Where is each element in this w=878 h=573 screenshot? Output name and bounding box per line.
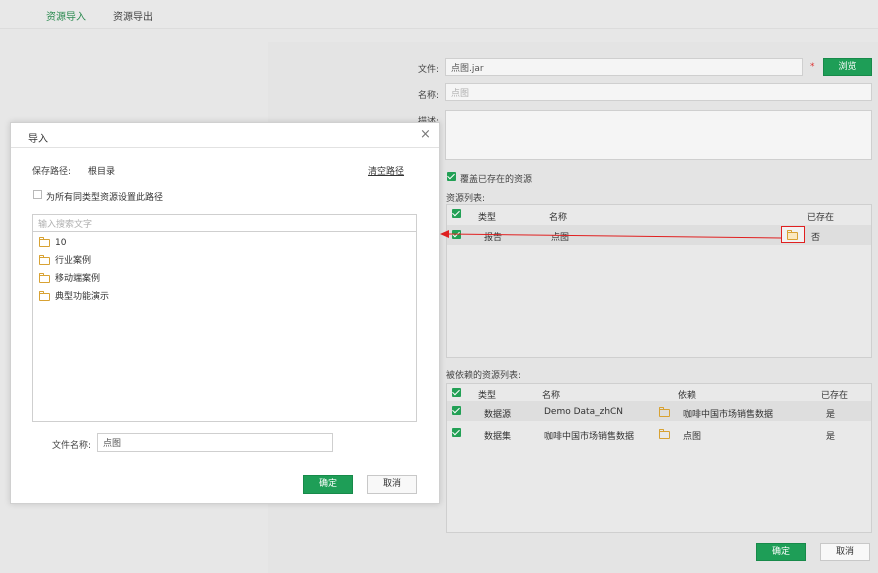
- folder-icon: [39, 255, 50, 265]
- tree-item[interactable]: 行业案例: [39, 252, 409, 270]
- apply-all-checkbox[interactable]: [33, 190, 42, 199]
- folder-icon: [39, 273, 50, 283]
- close-icon[interactable]: ×: [420, 127, 431, 142]
- save-path-value: 根目录: [88, 167, 116, 177]
- clear-path-link[interactable]: 清空路径: [368, 164, 404, 177]
- tree-item[interactable]: 典型功能演示: [39, 288, 409, 306]
- filename-input[interactable]: 点图: [97, 433, 333, 452]
- dialog-title: 导入: [28, 134, 48, 145]
- search-input[interactable]: 输入搜索文字: [33, 215, 416, 232]
- import-dialog: 导入 × 保存路径: 根目录 清空路径 为所有同类型资源设置此路径 输入搜索文字…: [10, 122, 440, 504]
- filename-label: 文件名称:: [52, 441, 92, 451]
- dialog-confirm-button[interactable]: 确定: [303, 475, 353, 494]
- folder-tree: 输入搜索文字 10 行业案例 移动端案例 典型功能演示: [32, 214, 417, 422]
- tree-item-label: 移动端案例: [55, 274, 101, 284]
- apply-all-label: 为所有同类型资源设置此路径: [46, 193, 164, 203]
- dialog-title-divider: [11, 147, 439, 148]
- tree-item-label: 行业案例: [55, 256, 92, 266]
- tree-item[interactable]: 10: [39, 234, 409, 252]
- filename-value: 点图: [103, 439, 122, 449]
- search-placeholder: 输入搜索文字: [38, 220, 93, 230]
- folder-icon: [39, 291, 50, 301]
- folder-icon: [39, 237, 50, 247]
- tree-item[interactable]: 移动端案例: [39, 270, 409, 288]
- tree-item-label: 10: [55, 238, 67, 248]
- dialog-cancel-button[interactable]: 取消: [367, 475, 417, 494]
- save-path-label: 保存路径:: [32, 167, 72, 177]
- tree-item-label: 典型功能演示: [55, 292, 110, 302]
